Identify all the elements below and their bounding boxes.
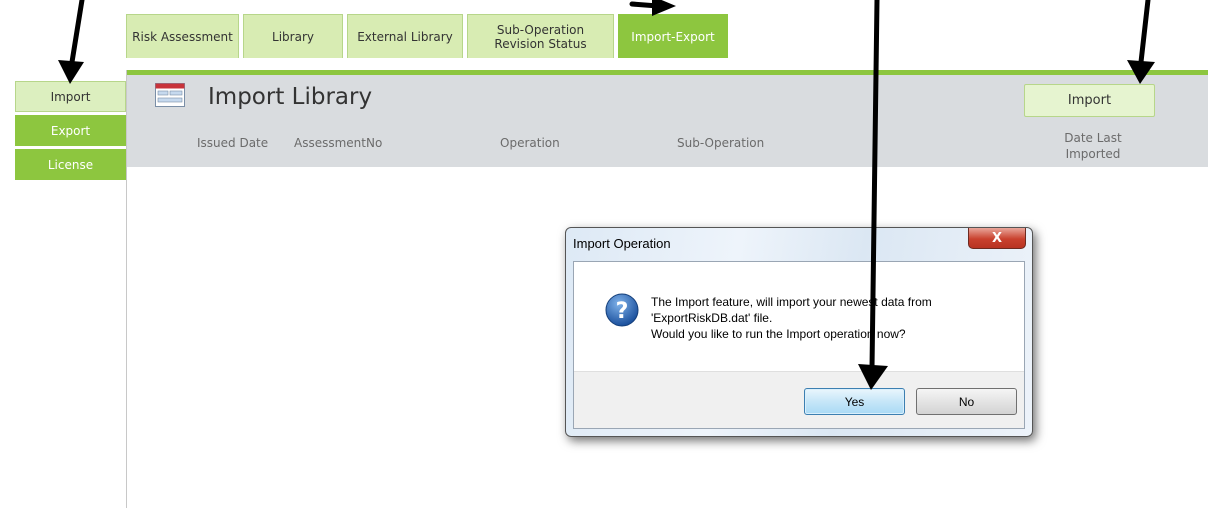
tab-label: Risk Assessment <box>132 29 233 44</box>
tab-label: Import-Export <box>631 29 715 44</box>
yes-button-label: Yes <box>844 394 865 409</box>
form-header: Import Library Issued Date AssessmentNo … <box>127 75 1208 167</box>
no-button[interactable]: No <box>916 388 1017 415</box>
nav-label: Export <box>50 123 91 138</box>
tab-label: Sub-Operation Revision Status <box>494 22 587 51</box>
tab-label: External Library <box>357 29 453 44</box>
import-operation-dialog: Import Operation X ? The Import feature,… <box>565 227 1033 437</box>
question-icon: ? <box>605 293 639 327</box>
column-header-assessment-no: AssessmentNo <box>294 136 383 150</box>
tab-library[interactable]: Library <box>243 14 343 58</box>
nav-label: License <box>47 157 94 172</box>
nav-label: Import <box>50 89 91 104</box>
svg-text:?: ? <box>616 299 629 324</box>
dialog-message-line: The Import feature, will import your new… <box>651 295 932 309</box>
column-header-issued-date: Issued Date <box>197 136 269 150</box>
dialog-title: Import Operation <box>573 236 671 251</box>
dialog-body: ? The Import feature, will import your n… <box>573 261 1025 429</box>
dialog-message-line: Would you like to run the Import operati… <box>651 327 906 341</box>
no-button-label: No <box>958 394 975 409</box>
column-header-date-last-imported: Date Last Imported <box>1064 131 1122 161</box>
arrow-to-import-export-tab <box>629 1 661 9</box>
import-button[interactable]: Import <box>1024 84 1155 117</box>
page-title: Import Library <box>208 84 373 110</box>
import-button-label: Import <box>1067 93 1112 108</box>
form-icon <box>155 83 185 107</box>
tab-import-export[interactable]: Import-Export <box>618 14 728 58</box>
dialog-message-line: 'ExportRiskDB.dat' file. <box>651 311 773 325</box>
tab-external-library[interactable]: External Library <box>347 14 463 58</box>
left-nav: Import Export License <box>15 81 126 183</box>
top-tab-bar: Risk Assessment Library External Library… <box>126 14 728 58</box>
close-button[interactable]: X <box>968 228 1026 249</box>
tab-label: Library <box>272 29 314 44</box>
column-header-sub-operation: Sub-Operation <box>677 136 765 150</box>
tab-sub-operation-revision-status[interactable]: Sub-Operation Revision Status <box>467 14 614 58</box>
arrow-to-import-nav <box>69 0 85 65</box>
nav-export-button[interactable]: Export <box>15 115 126 146</box>
arrow-to-import-button <box>1138 0 1151 65</box>
column-header-operation: Operation <box>500 136 560 150</box>
close-icon: X <box>991 230 1003 246</box>
dialog-message: The Import feature, will import your new… <box>651 294 932 342</box>
yes-button[interactable]: Yes <box>804 388 905 415</box>
nav-import-button[interactable]: Import <box>15 81 126 112</box>
tab-risk-assessment[interactable]: Risk Assessment <box>126 14 239 58</box>
nav-license-button[interactable]: License <box>15 149 126 180</box>
